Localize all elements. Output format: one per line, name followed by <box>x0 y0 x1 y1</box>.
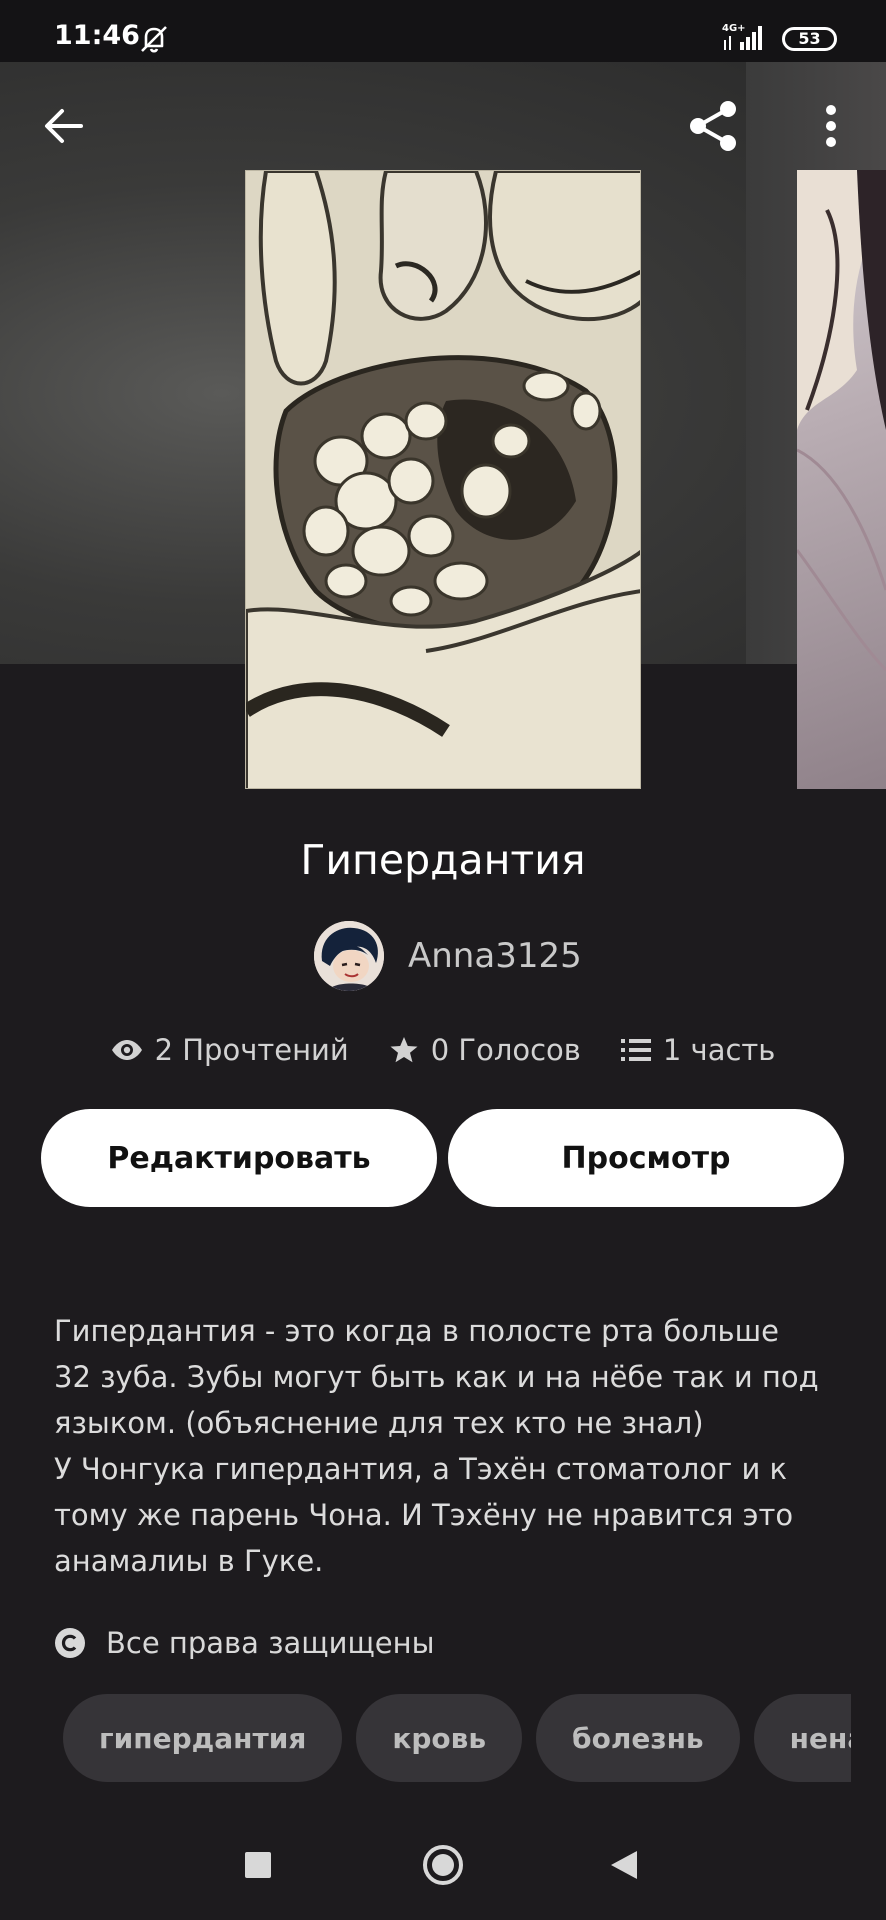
votes-stat: 0 Голосов <box>389 1033 581 1067</box>
triangle-back-icon <box>611 1851 637 1879</box>
parts-stat: 1 часть <box>620 1033 776 1067</box>
author-name[interactable]: Anna3125 <box>408 936 582 976</box>
more-vertical-icon <box>826 105 836 147</box>
parts-count: 1 часть <box>662 1033 776 1067</box>
tag-chip[interactable]: кровь <box>356 1694 523 1782</box>
share-icon <box>690 101 736 151</box>
tag-chip[interactable]: болезнь <box>536 1694 740 1782</box>
status-time: 11:46 <box>54 20 140 51</box>
recents-button[interactable] <box>218 1820 298 1910</box>
edit-button[interactable]: Редактировать <box>41 1109 437 1207</box>
view-button[interactable]: Просмотр <box>448 1109 844 1207</box>
copyright-notice: Все права защищены <box>54 1626 435 1660</box>
circle-home-icon <box>423 1845 463 1885</box>
network-label: 4G+ <box>722 23 746 34</box>
copyright-text: Все права защищены <box>106 1626 435 1660</box>
list-icon <box>620 1039 651 1061</box>
cover-illustration <box>246 171 640 788</box>
bell-off-icon <box>141 26 167 53</box>
status-bar: 11:46 4G+ 53 <box>0 0 886 62</box>
square-icon <box>245 1852 271 1878</box>
copyright-icon <box>55 1628 85 1658</box>
system-navigation-bar <box>0 1820 886 1920</box>
avatar[interactable] <box>314 921 384 991</box>
arrow-left-icon <box>45 109 83 143</box>
tag-chip[interactable]: ненав <box>753 1694 851 1782</box>
share-button[interactable] <box>685 98 741 154</box>
avatar-image <box>314 921 384 991</box>
reads-count: 2 Прочтений <box>154 1033 349 1067</box>
next-cover-image[interactable] <box>797 170 886 789</box>
story-cover-image[interactable] <box>245 170 641 789</box>
battery-icon: 53 <box>782 27 837 51</box>
author-link[interactable]: Anna3125 <box>314 921 582 991</box>
tag-chip[interactable]: гипердантия <box>63 1694 343 1782</box>
story-description: Гипердантия - это когда в полосте рта бо… <box>54 1314 819 1578</box>
back-button[interactable] <box>35 98 91 154</box>
signal-icon: 4G+ <box>722 23 762 50</box>
story-stats: 2 Прочтений 0 Голосов 1 часть <box>0 1033 886 1067</box>
star-icon <box>390 1037 418 1063</box>
battery-level: 53 <box>798 29 821 48</box>
back-nav-button[interactable] <box>584 1820 664 1910</box>
reads-stat: 2 Прочтений <box>111 1033 349 1067</box>
more-options-button[interactable] <box>803 98 859 154</box>
votes-count: 0 Голосов <box>430 1033 581 1067</box>
next-cover-illustration <box>797 170 886 672</box>
story-title: Гипердантия <box>300 836 586 884</box>
home-button[interactable] <box>403 1820 483 1910</box>
tag-list: гипердантиякровьболезньненав <box>63 1694 851 1784</box>
eye-icon <box>111 1040 142 1060</box>
